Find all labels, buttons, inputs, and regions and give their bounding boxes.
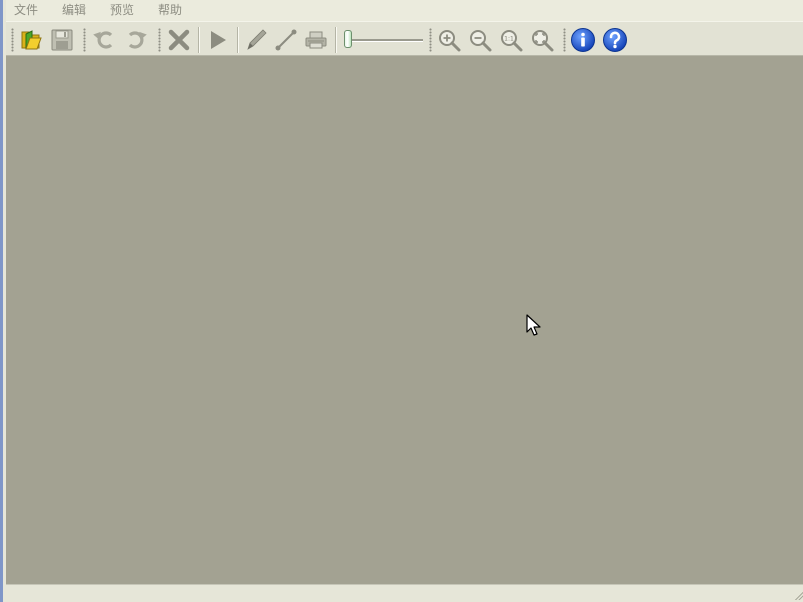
resize-grip-icon[interactable]	[794, 590, 803, 600]
help-button[interactable]	[601, 26, 629, 54]
zoom-in-button[interactable]	[435, 26, 463, 54]
zoom-actual-size-button[interactable]: 1:1	[497, 26, 525, 54]
zoom-fit-button[interactable]	[528, 26, 556, 54]
pencil-button[interactable]	[242, 26, 270, 54]
info-icon	[571, 28, 595, 52]
toolbar-separator	[198, 27, 199, 53]
zoom-1to1-label: 1:1	[504, 36, 514, 43]
menu-help[interactable]: 帮助	[150, 0, 190, 21]
play-button[interactable]	[203, 26, 231, 54]
toolbar-grip[interactable]	[429, 28, 432, 52]
toolbar-separator	[237, 27, 238, 53]
toolbar-grip[interactable]	[11, 28, 14, 52]
zoom-slider-track[interactable]	[345, 39, 423, 42]
menu-edit[interactable]: 编辑	[54, 0, 94, 21]
delete-button[interactable]	[165, 26, 193, 54]
toolbar-grip[interactable]	[158, 28, 161, 52]
menubar: 文件 编辑 预览 帮助	[6, 0, 803, 21]
menu-file[interactable]: 文件	[6, 0, 46, 21]
delete-x-icon	[168, 29, 190, 51]
zoom-slider[interactable]	[339, 28, 423, 52]
line-tool-icon	[275, 29, 297, 51]
app-window: 文件 编辑 预览 帮助 1:1	[0, 0, 803, 602]
preview-canvas[interactable]	[6, 56, 803, 584]
help-icon	[603, 28, 627, 52]
redo-icon	[128, 31, 147, 49]
undo-icon	[93, 31, 113, 49]
zoom-slider-thumb[interactable]	[344, 30, 352, 48]
zoom-out-icon	[470, 30, 492, 52]
save-button[interactable]	[48, 26, 76, 54]
toolbar-grip[interactable]	[83, 28, 86, 52]
redo-button[interactable]	[122, 26, 150, 54]
toolbar: 1:1	[6, 21, 803, 56]
line-tool-button[interactable]	[272, 26, 300, 54]
zoom-fit-icon	[532, 30, 554, 52]
zoom-1to1-icon: 1:1	[501, 30, 523, 52]
mouse-cursor-icon	[526, 314, 541, 336]
menu-preview[interactable]: 预览	[102, 0, 142, 21]
pencil-icon	[247, 29, 267, 50]
floppy-disk-icon	[51, 29, 73, 51]
status-bar	[6, 584, 803, 602]
info-button[interactable]	[569, 26, 597, 54]
toolbar-separator	[335, 27, 336, 53]
open-button[interactable]	[17, 26, 45, 54]
play-icon	[211, 31, 226, 49]
zoom-in-icon	[439, 30, 461, 52]
zoom-out-button[interactable]	[466, 26, 494, 54]
printer-button[interactable]	[302, 26, 330, 54]
printer-icon	[305, 31, 327, 49]
toolbar-grip[interactable]	[563, 28, 566, 52]
undo-button[interactable]	[90, 26, 118, 54]
folder-open-icon	[21, 30, 42, 50]
